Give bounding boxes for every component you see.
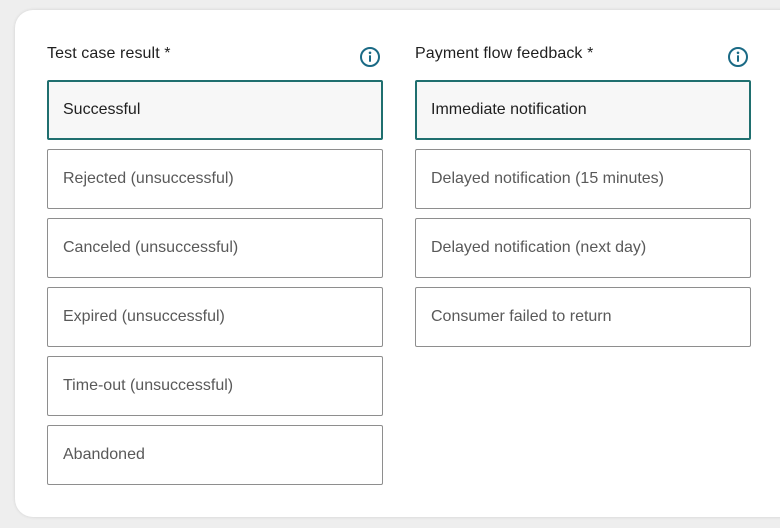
option-rejected[interactable]: Rejected (unsuccessful) [47,149,383,209]
payment-flow-feedback-title: Payment flow feedback * [415,45,594,62]
option-label: Consumer failed to return [431,308,612,325]
info-icon[interactable] [727,46,749,68]
option-canceled[interactable]: Canceled (unsuccessful) [47,218,383,278]
payment-flow-feedback-header: Payment flow feedback * [415,44,751,68]
option-label: Expired (unsuccessful) [63,308,225,325]
option-time-out[interactable]: Time-out (unsuccessful) [47,356,383,416]
option-label: Abandoned [63,446,145,463]
option-expired[interactable]: Expired (unsuccessful) [47,287,383,347]
info-icon[interactable] [359,46,381,68]
option-label: Delayed notification (next day) [431,239,647,256]
test-case-result-header: Test case result * [47,44,383,68]
option-label: Rejected (unsuccessful) [63,170,234,187]
option-label: Time-out (unsuccessful) [63,377,234,394]
option-label: Immediate notification [431,101,587,118]
option-delayed-next-day[interactable]: Delayed notification (next day) [415,218,751,278]
option-successful[interactable]: Successful [47,80,383,140]
option-label: Canceled (unsuccessful) [63,239,239,256]
option-delayed-15-minutes[interactable]: Delayed notification (15 minutes) [415,149,751,209]
test-case-result-title: Test case result * [47,45,171,62]
payment-flow-feedback-group: Payment flow feedback * Immediate notifi… [415,44,751,356]
option-label: Successful [63,101,141,118]
option-abandoned[interactable]: Abandoned [47,425,383,485]
option-label: Delayed notification (15 minutes) [431,170,665,187]
test-case-result-group: Test case result * Successful Rejected (… [47,44,383,494]
option-consumer-failed-to-return[interactable]: Consumer failed to return [415,287,751,347]
option-immediate-notification[interactable]: Immediate notification [415,80,751,140]
